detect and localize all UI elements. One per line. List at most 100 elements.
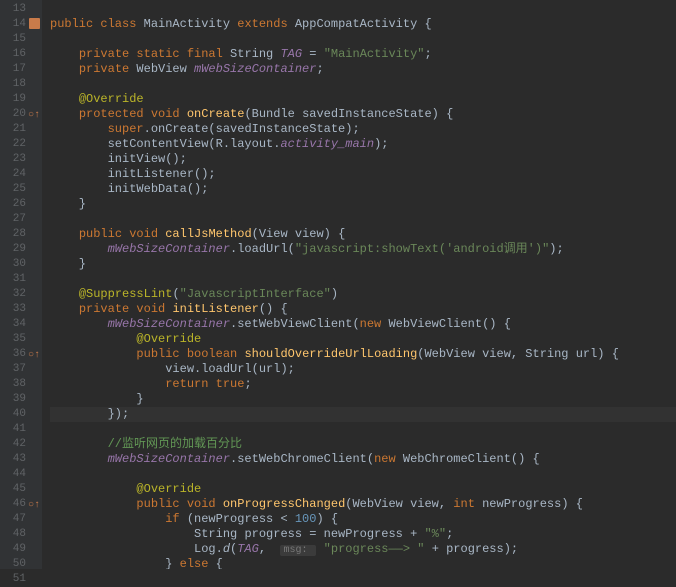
token-plain: .loadUrl( — [230, 242, 295, 256]
line-number: 41 — [0, 422, 42, 437]
code-editor[interactable]: 1314151617181920○↑2122232425262728293031… — [0, 0, 676, 569]
code-line[interactable]: }); — [50, 407, 676, 422]
token-kw: private static final — [79, 47, 230, 61]
code-line[interactable]: } — [50, 392, 676, 407]
code-line[interactable]: private void initListener() { — [50, 302, 676, 317]
token-plain: = — [302, 47, 324, 61]
token-fn: callJsMethod — [165, 227, 251, 241]
code-line[interactable]: String progress = newProgress + "%"; — [50, 527, 676, 542]
code-line[interactable]: mWebSizeContainer.loadUrl("javascript:sh… — [50, 242, 676, 257]
token-str: "MainActivity" — [324, 47, 425, 61]
code-line[interactable]: protected void onCreate(Bundle savedInst… — [50, 107, 676, 122]
code-area[interactable]: public class MainActivity extends AppCom… — [42, 0, 676, 569]
token-plain: (WebView view, String url) { — [417, 347, 619, 361]
override-marker-icon[interactable]: ○↑ — [28, 348, 40, 363]
token-kw: return true — [165, 377, 244, 391]
code-line[interactable] — [50, 32, 676, 47]
code-line[interactable]: return true; — [50, 377, 676, 392]
token-kw: new — [374, 452, 403, 466]
token-plain — [50, 377, 165, 391]
token-plain: ); — [549, 242, 563, 256]
token-plain: ( — [172, 287, 179, 301]
override-marker-icon[interactable]: ○↑ — [28, 498, 40, 513]
code-line[interactable]: } — [50, 257, 676, 272]
token-kw: public boolean — [136, 347, 244, 361]
token-fn: initListener — [172, 302, 258, 316]
token-plain — [50, 227, 79, 241]
token-kw: new — [360, 317, 389, 331]
line-number: 22 — [0, 137, 42, 152]
code-line[interactable]: public void onProgressChanged(WebView vi… — [50, 497, 676, 512]
code-line[interactable] — [50, 272, 676, 287]
token-plain: } — [50, 392, 144, 406]
token-plain — [50, 107, 79, 121]
code-line[interactable]: initWebData(); — [50, 182, 676, 197]
line-number: 15 — [0, 32, 42, 47]
code-line[interactable]: if (newProgress < 100) { — [50, 512, 676, 527]
token-str: "%" — [424, 527, 446, 541]
token-plain — [316, 542, 323, 556]
line-number: 17 — [0, 62, 42, 77]
code-line[interactable]: view.loadUrl(url); — [50, 362, 676, 377]
code-line[interactable]: initListener(); — [50, 167, 676, 182]
line-number: 36○↑ — [0, 347, 42, 362]
token-type: WebView — [136, 62, 194, 76]
token-plain: = newProgress + — [302, 527, 424, 541]
code-line[interactable]: setContentView(R.layout.activity_main); — [50, 137, 676, 152]
code-line[interactable]: private static final String TAG = "MainA… — [50, 47, 676, 62]
line-number: 35 — [0, 332, 42, 347]
override-marker-icon[interactable]: ○↑ — [28, 108, 40, 123]
token-static-call: d — [223, 542, 230, 556]
code-line[interactable] — [50, 77, 676, 92]
code-line[interactable]: @Override — [50, 92, 676, 107]
token-plain — [50, 317, 108, 331]
code-line[interactable]: mWebSizeContainer.setWebChromeClient(new… — [50, 452, 676, 467]
token-plain: initView(); — [50, 152, 187, 166]
code-line[interactable] — [50, 212, 676, 227]
line-number: 18 — [0, 77, 42, 92]
token-plain: (View view) { — [252, 227, 346, 241]
token-plain: ; — [446, 527, 453, 541]
code-line[interactable] — [50, 467, 676, 482]
token-plain: (WebView view, — [345, 497, 453, 511]
code-line[interactable]: //监听网页的加载百分比 — [50, 437, 676, 452]
token-ann: @SuppressLint — [79, 287, 173, 301]
token-ann: @Override — [136, 332, 201, 346]
token-kw: public void — [79, 227, 165, 241]
line-number: 23 — [0, 152, 42, 167]
token-plain — [50, 122, 108, 136]
code-line[interactable] — [50, 2, 676, 17]
token-plain: + progress); — [425, 542, 519, 556]
token-kw: if — [165, 512, 187, 526]
code-line[interactable]: initView(); — [50, 152, 676, 167]
code-line[interactable]: Log.d(TAG, msg: "progress——> " + progres… — [50, 542, 676, 557]
token-kw: int — [453, 497, 482, 511]
token-plain — [50, 47, 79, 61]
token-kw: private void — [79, 302, 173, 316]
token-plain: .setWebChromeClient( — [230, 452, 374, 466]
token-ann: @Override — [136, 482, 201, 496]
code-line[interactable]: public class MainActivity extends AppCom… — [50, 17, 676, 32]
token-param: progress — [244, 527, 302, 541]
code-line[interactable]: } else { — [50, 557, 676, 569]
code-line[interactable]: } — [50, 197, 676, 212]
token-fn: shouldOverrideUrlLoading — [244, 347, 417, 361]
token-fn: onCreate — [187, 107, 245, 121]
token-plain: newProgress) { — [482, 497, 583, 511]
line-number: 20○↑ — [0, 107, 42, 122]
token-hint: msg: — [280, 545, 316, 556]
code-line[interactable]: @SuppressLint("JavascriptInterface") — [50, 287, 676, 302]
code-line[interactable]: @Override — [50, 332, 676, 347]
code-line[interactable]: @Override — [50, 482, 676, 497]
code-line[interactable] — [50, 422, 676, 437]
code-line[interactable]: mWebSizeContainer.setWebViewClient(new W… — [50, 317, 676, 332]
token-plain: Log. — [50, 542, 223, 556]
code-line[interactable]: public boolean shouldOverrideUrlLoading(… — [50, 347, 676, 362]
token-plain — [50, 92, 79, 106]
token-plain: ; — [425, 47, 432, 61]
token-plain: { — [216, 557, 223, 569]
code-line[interactable]: super.onCreate(savedInstanceState); — [50, 122, 676, 137]
code-line[interactable]: private WebView mWebSizeContainer; — [50, 62, 676, 77]
code-line[interactable]: public void callJsMethod(View view) { — [50, 227, 676, 242]
token-plain — [50, 497, 136, 511]
